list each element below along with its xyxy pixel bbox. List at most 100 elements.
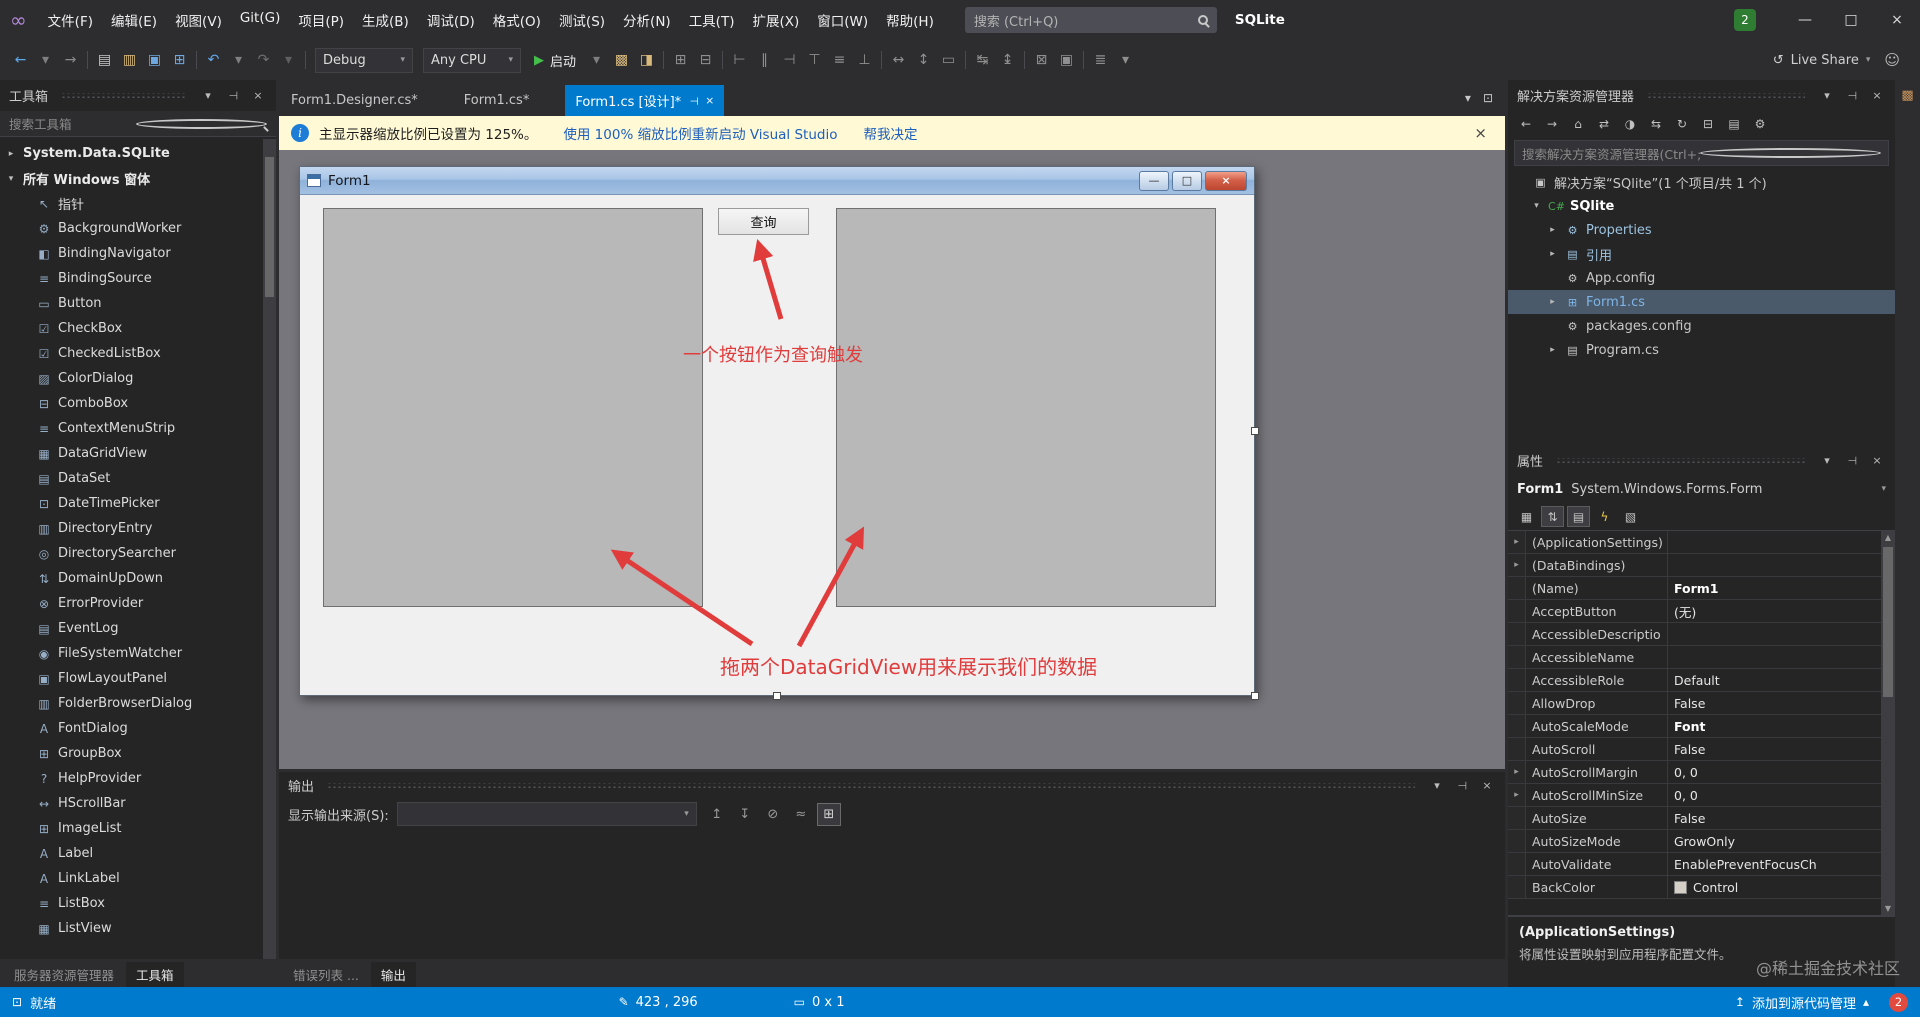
alphabetical-icon[interactable]: ⇅ bbox=[1541, 506, 1564, 527]
property-expander-gutter[interactable] bbox=[1508, 692, 1526, 714]
property-expander-gutter[interactable] bbox=[1508, 646, 1526, 668]
property-value[interactable] bbox=[1668, 646, 1881, 668]
toolbox-item[interactable]: A FontDialog bbox=[0, 716, 276, 741]
property-value[interactable]: EnablePreventFocusCh bbox=[1668, 853, 1881, 875]
toolbar-separator[interactable] bbox=[1079, 48, 1088, 73]
solution-platforms-combo[interactable]: Any CPU ▾ bbox=[423, 47, 521, 73]
scroll-down-icon[interactable]: ▼ bbox=[1885, 904, 1891, 913]
toolbox-item[interactable]: ▨ ColorDialog bbox=[0, 366, 276, 391]
window-position-caret-icon[interactable]: ▾ bbox=[1818, 86, 1836, 104]
AutoSize[interactable]: AutoSize False bbox=[1508, 807, 1881, 830]
events-icon[interactable]: ϟ bbox=[1593, 506, 1616, 527]
close-infobar-icon[interactable]: × bbox=[1468, 124, 1493, 142]
property-expander-gutter[interactable] bbox=[1508, 853, 1526, 875]
same-size-icon[interactable]: ▭ bbox=[936, 48, 961, 73]
property-value[interactable]: False bbox=[1668, 738, 1881, 760]
property-value[interactable]: (无) bbox=[1668, 600, 1881, 622]
pin-icon[interactable]: ⊤ bbox=[227, 90, 240, 100]
jump-next-icon[interactable]: ↧ bbox=[733, 803, 757, 826]
AutoScaleMode[interactable]: AutoScaleMode Font bbox=[1508, 715, 1881, 738]
expander-icon[interactable]: ▸ bbox=[1546, 225, 1559, 235]
toolbox-item[interactable]: ≡ ContextMenuStrip bbox=[0, 416, 276, 441]
save-all-icon[interactable]: ⊞ bbox=[167, 48, 192, 73]
word-wrap-icon[interactable]: ≈ bbox=[789, 803, 813, 826]
toolbox-item[interactable]: ☑ CheckBox bbox=[0, 316, 276, 341]
solution-tree-item[interactable]: ▸ ▤ Program.cs bbox=[1508, 338, 1895, 362]
toolbox-item[interactable]: A Label bbox=[0, 841, 276, 866]
align-centers-icon[interactable]: ∥ bbox=[752, 48, 777, 73]
document-tab[interactable]: Form1.cs* ⊤ × bbox=[454, 85, 540, 116]
solution-tree-item[interactable]: ▸ ⚙ Properties bbox=[1508, 218, 1895, 242]
solution-tree-item[interactable]: ⚙ App.config bbox=[1508, 266, 1895, 290]
AcceptButton[interactable]: AcceptButton (无) bbox=[1508, 600, 1881, 623]
categorized-icon[interactable]: ▦ bbox=[1515, 506, 1538, 527]
menu-item[interactable]: 格式(O) bbox=[484, 6, 550, 34]
property-expander-gutter[interactable] bbox=[1508, 876, 1526, 898]
form-minimize-button[interactable]: — bbox=[1139, 170, 1169, 191]
quick-search-input[interactable]: 搜索 (Ctrl+Q) bbox=[964, 7, 1217, 33]
back-caret-icon[interactable]: ▾ bbox=[33, 48, 58, 73]
property-value[interactable]: Control bbox=[1668, 876, 1881, 898]
notifications-badge[interactable]: 2 bbox=[1734, 9, 1756, 31]
property-value[interactable]: Form1 bbox=[1668, 577, 1881, 599]
toolbar-separator[interactable] bbox=[83, 48, 92, 73]
toolbox-item[interactable]: ≡ ListBox bbox=[0, 891, 276, 916]
close-button[interactable]: × bbox=[1874, 0, 1920, 40]
undo-icon[interactable]: ↶ bbox=[201, 48, 226, 73]
align-rights-icon[interactable]: ⊣ bbox=[777, 48, 802, 73]
AllowDrop[interactable]: AllowDrop False bbox=[1508, 692, 1881, 715]
align-lefts-icon[interactable]: ⊢ bbox=[727, 48, 752, 73]
close-panel-icon[interactable]: × bbox=[1478, 776, 1496, 794]
property-expander-gutter[interactable] bbox=[1508, 807, 1526, 829]
window-position-caret-icon[interactable]: ▾ bbox=[1428, 776, 1446, 794]
switch-views-icon[interactable]: ⇄ bbox=[1593, 114, 1615, 135]
window-layout-icon[interactable]: ⊡ bbox=[1483, 91, 1493, 105]
property-expander-gutter[interactable] bbox=[1508, 531, 1526, 553]
toolbox-item[interactable]: ⊞ ImageList bbox=[0, 816, 276, 841]
attach-icon[interactable]: ▩ bbox=[609, 48, 634, 73]
panel-grip[interactable] bbox=[61, 92, 186, 98]
properties-object-selector[interactable]: Form1 System.Windows.Forms.Form ▾ bbox=[1508, 475, 1895, 503]
toolbox-item[interactable]: ▦ ListView bbox=[0, 916, 276, 941]
toolbox-item[interactable]: ◉ FileSystemWatcher bbox=[0, 641, 276, 666]
designed-form[interactable]: Form1 — □ × 查询 一个按钮作为查询触发 拖两个DataGridVie… bbox=[299, 166, 1255, 696]
start-caret-icon[interactable]: ▾ bbox=[584, 48, 609, 73]
property-expander-gutter[interactable] bbox=[1508, 669, 1526, 691]
toolbar-separator[interactable] bbox=[718, 48, 727, 73]
window-position-caret-icon[interactable]: ▾ bbox=[199, 86, 217, 104]
back-icon[interactable]: ← bbox=[1515, 114, 1537, 135]
property-value[interactable]: False bbox=[1668, 692, 1881, 714]
sync-active-document-icon[interactable]: ⇆ bbox=[1645, 114, 1667, 135]
show-all-files-icon[interactable]: ▤ bbox=[1723, 114, 1745, 135]
menu-item[interactable]: 文件(F) bbox=[39, 6, 102, 34]
toolbar-separator[interactable] bbox=[1020, 48, 1029, 73]
BackColor[interactable]: BackColor Control bbox=[1508, 876, 1881, 899]
menu-item[interactable]: 视图(V) bbox=[166, 6, 231, 34]
toolbox-item[interactable]: ▥ DirectoryEntry bbox=[0, 516, 276, 541]
form-close-button[interactable]: × bbox=[1205, 170, 1247, 191]
panel-grip[interactable] bbox=[1556, 457, 1805, 463]
auto-scroll-icon[interactable]: ⊞ bbox=[816, 802, 841, 826]
property-expander-gutter[interactable] bbox=[1508, 784, 1526, 806]
pending-changes-icon[interactable]: ◑ bbox=[1619, 114, 1641, 135]
property-pages-icon[interactable]: ▧ bbox=[1619, 506, 1642, 527]
save-icon[interactable]: ▣ bbox=[142, 48, 167, 73]
tool-window-tab[interactable]: 服务器资源管理器 bbox=[4, 962, 124, 987]
collapse-all-icon[interactable]: ⊟ bbox=[1697, 114, 1719, 135]
panel-grip[interactable] bbox=[327, 782, 1415, 788]
clear-all-icon[interactable]: ⊘ bbox=[761, 803, 785, 826]
toolbar-separator[interactable] bbox=[877, 48, 886, 73]
property-expander-gutter[interactable] bbox=[1508, 761, 1526, 783]
toolbox-item[interactable]: ? HelpProvider bbox=[0, 766, 276, 791]
toolbox-item[interactable]: ⇅ DomainUpDown bbox=[0, 566, 276, 591]
menu-item[interactable]: 扩展(X) bbox=[743, 6, 808, 34]
back-icon[interactable]: ← bbox=[8, 48, 33, 73]
property-expander-gutter[interactable] bbox=[1508, 577, 1526, 599]
toolbar-options-icon[interactable]: ▾ bbox=[1113, 48, 1138, 73]
AutoSizeMode[interactable]: AutoSizeMode GrowOnly bbox=[1508, 830, 1881, 853]
properties-view-icon[interactable]: ▤ bbox=[1567, 506, 1590, 527]
toolbox-item[interactable]: ▾ 所有 Windows 窗体 bbox=[0, 166, 276, 191]
window-position-caret-icon[interactable]: ▾ bbox=[1818, 451, 1836, 469]
property-expander-gutter[interactable] bbox=[1508, 830, 1526, 852]
show-grid-icon[interactable]: ⊞ bbox=[668, 48, 693, 73]
